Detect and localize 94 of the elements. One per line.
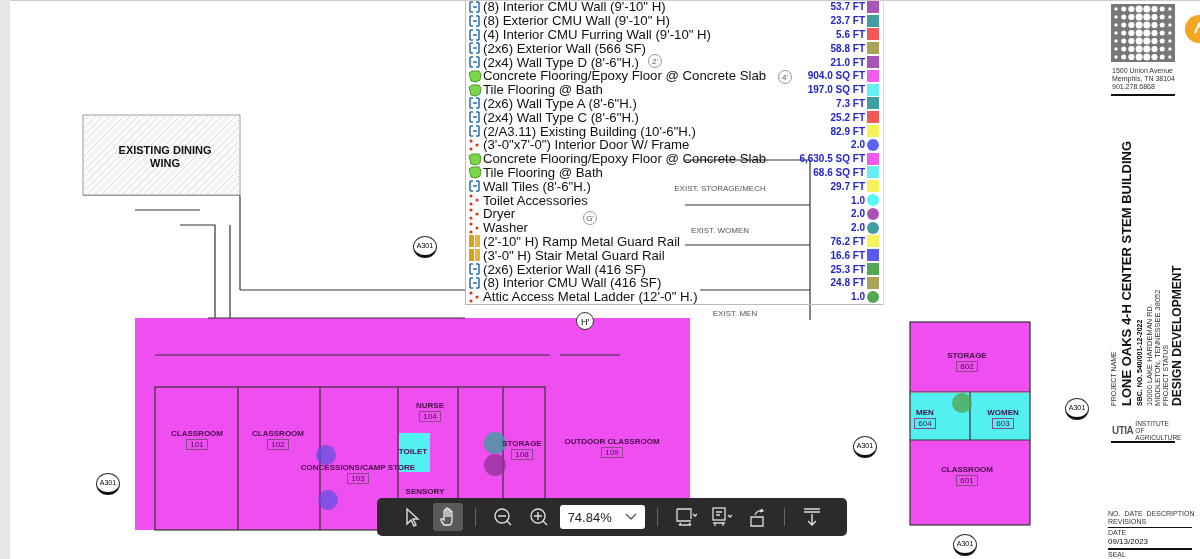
- date-value: 09/13/2023: [1108, 537, 1150, 547]
- takeoff-quantity: 904.0 SQ FT: [807, 70, 865, 82]
- wall-bracket-icon: [468, 179, 482, 194]
- hand-tool-button[interactable]: [432, 503, 463, 531]
- room-number: 604: [914, 418, 936, 429]
- area-shape-icon: [468, 68, 482, 83]
- institute-logo: UTIA: [1112, 425, 1134, 436]
- takeoff-quantity: 1.0: [851, 291, 865, 303]
- area-shape-icon: [468, 151, 482, 166]
- takeoff-label: (2/A3.11) Existing Building (10'-6"H.): [483, 123, 696, 139]
- room-name: OUTDOOR CLASSROOM: [564, 437, 660, 446]
- takeoff-quantity: 197.0 SQ FT: [807, 84, 865, 96]
- room-number: 104: [419, 411, 441, 422]
- takeoff-quantity: 23.7 FT: [830, 15, 865, 27]
- takeoff-quantity: 5.6 FT: [836, 29, 865, 40]
- takeoff-quantity: 2.0: [851, 139, 865, 151]
- takeoff-label: (2x4) Wall Type D (8'-6"H.): [483, 54, 639, 70]
- page-view-icon: [709, 506, 734, 528]
- room-name: WOMEN: [987, 408, 1019, 417]
- takeoff-quantity: 2.0: [851, 208, 865, 220]
- room-name: STORAGE: [947, 351, 987, 360]
- takeoff-quantity: 1.0: [851, 194, 865, 206]
- wall-bracket-icon: [468, 96, 482, 111]
- wall-bracket-icon: [468, 0, 482, 14]
- takeoff-quantity: 21.0 FT: [830, 56, 865, 68]
- room-name: CLASSROOM: [171, 429, 223, 438]
- project-name: LONE OAKS 4-H CENTER STEM BUILDING: [1118, 139, 1135, 406]
- area-shape-icon: [468, 82, 482, 97]
- takeoff-quantity: 2.0: [851, 222, 865, 234]
- takeoff-label: (2x6) Exterior Wall (416 SF): [483, 261, 646, 277]
- takeoff-label: Attic Access Metal Ladder (12'-0" H.): [483, 289, 698, 305]
- count-marker: [952, 393, 972, 413]
- takeoff-label: Concrete Flooring/Epoxy Floor @ Concrete Slab: [483, 151, 767, 167]
- room-number: 603: [992, 418, 1014, 429]
- project-status: DESIGN DEVELOPMENT: [1170, 264, 1184, 406]
- takeoff-quantity: 53.7 FT: [830, 1, 865, 13]
- takeoff-quantity: 68.6 SQ FT: [813, 166, 865, 178]
- chevron-down-icon: [625, 513, 638, 521]
- takeoff-quantity: 25.2 FT: [830, 111, 865, 123]
- rail-bars-icon: [468, 248, 482, 263]
- room-name: SENSORY: [405, 487, 445, 496]
- wall-bracket-icon: [468, 27, 482, 42]
- wall-bracket-icon: [468, 275, 482, 290]
- room-number: 602: [956, 361, 978, 372]
- takeoff-quantity: 6,630.5 SQ FT: [799, 153, 865, 165]
- room-name: EXIST. STORAGE/MECH: [674, 184, 766, 193]
- room-name: NURSE: [416, 401, 444, 410]
- wall-bracket-icon: [468, 124, 482, 139]
- takeoff-label: (3'-0"x7'-0") Interior Door W/ Frame: [483, 137, 690, 153]
- room-name: MEN: [916, 408, 934, 417]
- room-name: EXIST. MEN: [712, 309, 758, 318]
- count-marker: [318, 490, 338, 510]
- takeoff-quantity: 24.8 FT: [830, 277, 865, 289]
- wall-bracket-icon: [468, 13, 482, 28]
- room-label: EXISTING DINING WING: [117, 144, 213, 170]
- room-name: CLASSROOM: [941, 465, 993, 474]
- takeoff-quantity: 25.3 FT: [830, 263, 865, 275]
- takeoff-label: (2'-10" H) Ramp Metal Guard Rail: [483, 233, 680, 249]
- takeoff-label: (8) Interior CMU Wall (416 SF): [483, 275, 662, 291]
- room-number: 108: [511, 449, 533, 460]
- room-number: 103: [347, 473, 369, 484]
- takeoff-label: Toilet Accessories: [483, 192, 588, 208]
- takeoff-quantity: 16.6 FT: [830, 249, 865, 261]
- takeoff-label: Dryer: [483, 206, 516, 222]
- takeoff-label: (4) Interior CMU Furring Wall (9'-10" H): [483, 27, 711, 42]
- rail-bars-icon: [468, 234, 482, 249]
- room-name: TOILET: [398, 447, 428, 456]
- page-fit-icon: [673, 506, 698, 528]
- count-marker: [316, 445, 336, 465]
- area-shape-icon: [468, 165, 482, 180]
- wall-bracket-icon: [468, 55, 482, 70]
- wall-bracket-icon: [468, 262, 482, 277]
- takeoff-label: (8) Interior CMU Wall (9'-10" H): [483, 0, 666, 15]
- takeoff-label: (8) Exterior CMU Wall (9'-10" H): [483, 13, 670, 29]
- grid-bubble: H': [576, 312, 594, 330]
- takeoff-label: Washer: [483, 220, 528, 236]
- room-name: CLASSROOM: [252, 429, 304, 438]
- takeoff-label: Tile Flooring @ Bath: [483, 82, 603, 98]
- takeoff-quantity: 7.3 FT: [836, 97, 865, 109]
- count-marker: [484, 454, 506, 476]
- wall-bracket-icon: [468, 41, 482, 56]
- takeoff-quantity: 82.9 FT: [830, 125, 865, 137]
- room-number: 101: [186, 439, 208, 450]
- wall-bracket-icon: [468, 110, 482, 125]
- takeoff-label: (2x6) Wall Type A (8'-6"H.): [483, 96, 637, 111]
- room-number: 109: [601, 447, 623, 458]
- room-number: 102: [267, 439, 289, 450]
- dot-logo-icon: [1111, 4, 1175, 62]
- takeoff-quantity: 29.7 FT: [830, 180, 865, 192]
- zoom-level-dropdown[interactable]: 74.84%: [559, 505, 646, 529]
- room-name: EXIST. WOMEN: [690, 226, 750, 235]
- takeoff-quantity: 58.8 FT: [830, 42, 865, 54]
- room-number: 601: [956, 475, 978, 486]
- takeoff-quantity: 76.2 FT: [830, 235, 865, 247]
